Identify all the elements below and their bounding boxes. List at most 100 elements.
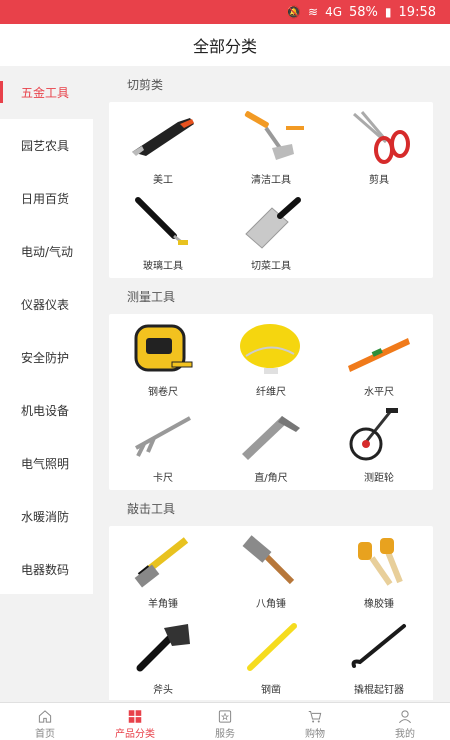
utility-knife-icon <box>126 106 200 168</box>
page-title: 全部分类 <box>192 37 257 56</box>
tab-label: 服务 <box>215 729 235 740</box>
tool-item[interactable]: 玻璃工具 <box>109 192 217 278</box>
sidebar-item-garden-tools[interactable]: 园艺农具 <box>0 119 93 172</box>
star-icon <box>218 710 232 723</box>
sidebar-item-instruments[interactable]: 仪器仪表 <box>0 278 93 331</box>
tab-label: 产品分类 <box>115 729 155 740</box>
tool-item[interactable]: 八角锤 <box>217 530 325 616</box>
page-header: 全部分类 <box>0 24 450 66</box>
cleaver-icon <box>234 192 308 254</box>
measuring-wheel-icon <box>342 404 416 466</box>
section-title: 敲击工具 <box>127 501 176 516</box>
tool-label: 直/角尺 <box>254 473 288 484</box>
square-ruler-icon <box>234 404 308 466</box>
claw-hammer-icon <box>126 530 200 592</box>
battery-percent: 58% <box>349 4 378 20</box>
tab-categories[interactable]: 产品分类 <box>90 703 180 740</box>
sidebar-item-label: 五金工具 <box>21 86 70 100</box>
scissors-icon <box>342 106 416 168</box>
axe-icon <box>126 616 200 678</box>
tool-grid: 钢卷尺 纤维尺 水平尺 卡尺 直/角尺 测距轮 <box>109 314 433 490</box>
tool-label: 橡胶锤 <box>364 599 394 610</box>
section-title: 测量工具 <box>127 289 176 304</box>
tool-item[interactable]: 羊角锤 <box>109 530 217 616</box>
tool-label: 钢凿 <box>261 685 281 696</box>
scraper-icon <box>234 106 308 168</box>
mute-icon: 🔕 <box>286 5 302 19</box>
crowbar-icon <box>342 616 416 678</box>
sidebar-item-plumbing[interactable]: 水暖消防 <box>0 490 93 543</box>
tool-label: 水平尺 <box>364 387 394 398</box>
signal-label: 4G <box>325 5 343 19</box>
user-icon <box>399 710 411 724</box>
sidebar-item-label: 电气照明 <box>21 457 70 471</box>
sidebar-item-label: 水暖消防 <box>21 510 70 524</box>
tool-item[interactable]: 水平尺 <box>325 318 433 404</box>
tool-item[interactable]: 钢凿 <box>217 616 325 700</box>
tool-item[interactable]: 卡尺 <box>109 404 217 490</box>
category-sidebar: 五金工具 园艺农具 日用百货 电动/气动 仪器仪表 安全防护 机电设备 电气照明… <box>0 66 93 594</box>
tab-service[interactable]: 服务 <box>180 703 270 740</box>
category-icon <box>128 710 142 723</box>
sidebar-item-label: 电动/气动 <box>21 245 74 259</box>
battery-icon: ▮ <box>384 5 392 19</box>
tool-item[interactable]: 撬棍起钉器 <box>325 616 433 700</box>
tab-label: 购物 <box>305 729 325 740</box>
tool-item[interactable]: 切菜工具 <box>217 192 325 278</box>
wifi-icon: ≋ <box>308 5 319 19</box>
sidebar-item-label: 机电设备 <box>21 404 70 418</box>
rubber-mallet-icon <box>342 530 416 592</box>
tool-item[interactable]: 橡胶锤 <box>325 530 433 616</box>
tab-label: 我的 <box>395 729 415 740</box>
tool-label: 剪具 <box>369 175 389 186</box>
tab-profile[interactable]: 我的 <box>360 703 450 740</box>
sidebar-item-power-tools[interactable]: 电动/气动 <box>0 225 93 278</box>
tool-item[interactable]: 测距轮 <box>325 404 433 490</box>
tool-item[interactable]: 钢卷尺 <box>109 318 217 404</box>
cart-icon <box>308 711 322 723</box>
tab-home[interactable]: 首页 <box>0 703 90 740</box>
tool-label: 美工 <box>153 175 173 186</box>
sidebar-item-hardware-tools[interactable]: 五金工具 <box>0 66 93 119</box>
glass-cutter-icon <box>126 192 200 254</box>
bottom-tab-bar: 首页 产品分类 服务 购物 我的 <box>0 702 450 740</box>
clock: 19:58 <box>398 4 436 20</box>
tool-label: 斧头 <box>153 685 173 696</box>
tool-label: 玻璃工具 <box>143 261 183 272</box>
status-bar: 🔕 ≋ 4G 58% ▮ 19:58 <box>0 0 450 24</box>
sidebar-item-label: 园艺农具 <box>21 139 70 153</box>
tool-label: 八角锤 <box>256 599 286 610</box>
tab-label: 首页 <box>35 729 55 740</box>
tool-item[interactable]: 美工 <box>109 106 217 192</box>
home-icon <box>38 710 52 723</box>
tape-measure-icon <box>126 318 200 380</box>
octagon-hammer-icon <box>234 530 308 592</box>
tool-item[interactable]: 纤维尺 <box>217 318 325 404</box>
tab-cart[interactable]: 购物 <box>270 703 360 740</box>
tool-label: 卡尺 <box>153 473 173 484</box>
tool-item[interactable]: 直/角尺 <box>217 404 325 490</box>
tool-label: 测距轮 <box>364 473 394 484</box>
sidebar-item-daily-goods[interactable]: 日用百货 <box>0 172 93 225</box>
fiber-tape-icon <box>234 318 308 380</box>
sidebar-item-safety[interactable]: 安全防护 <box>0 331 93 384</box>
sidebar-item-electromechanical[interactable]: 机电设备 <box>0 384 93 437</box>
tool-item[interactable]: 斧头 <box>109 616 217 700</box>
section-title: 切剪类 <box>127 77 164 92</box>
sidebar-item-label: 日用百货 <box>21 192 70 206</box>
tool-label: 切菜工具 <box>251 261 291 272</box>
sidebar-item-electronics[interactable]: 电器数码 <box>0 543 93 596</box>
level-icon <box>342 318 416 380</box>
sidebar-item-label: 电器数码 <box>21 563 70 577</box>
tool-grid: 美工 清洁工具 剪具 玻璃工具 切菜工具 <box>109 102 433 278</box>
tool-label: 撬棍起钉器 <box>354 685 404 696</box>
tool-item[interactable]: 剪具 <box>325 106 433 192</box>
tool-label: 清洁工具 <box>251 175 291 186</box>
sidebar-item-label: 安全防护 <box>21 351 70 365</box>
tool-label: 羊角锤 <box>148 599 178 610</box>
sidebar-item-lighting[interactable]: 电气照明 <box>0 437 93 490</box>
sidebar-item-label: 仪器仪表 <box>21 298 70 312</box>
tool-item[interactable]: 清洁工具 <box>217 106 325 192</box>
tool-label: 钢卷尺 <box>148 387 178 398</box>
tool-label: 纤维尺 <box>256 387 286 398</box>
